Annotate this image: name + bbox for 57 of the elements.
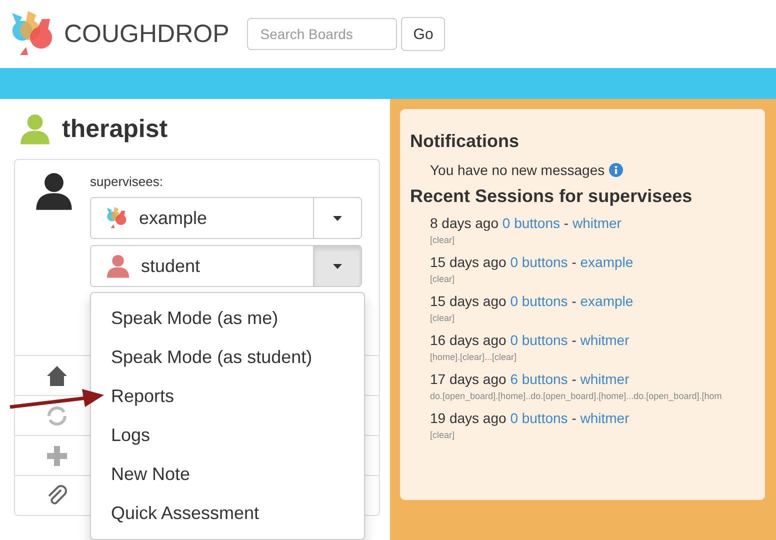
logo-icon — [105, 206, 129, 230]
user-link[interactable]: example — [580, 293, 634, 309]
go-button[interactable]: Go — [401, 17, 446, 51]
supervisees-label: supervisees: — [90, 174, 164, 189]
session-summary: do.[open_board].[home]..do.[open_board].[home]...do.[open_board].[hom — [430, 391, 723, 401]
menu-item[interactable]: Quick Assessment — [91, 494, 364, 533]
session-time: 19 days ago — [430, 410, 506, 426]
dropdown-toggle[interactable] — [313, 198, 361, 238]
caret-icon — [333, 216, 342, 220]
buttons-link[interactable]: 6 buttons — [510, 371, 568, 387]
session-summary: [clear] — [430, 235, 456, 245]
menu-item[interactable]: Speak Mode (as me) — [91, 299, 364, 338]
refresh-icon — [48, 406, 66, 426]
session-summary: [home].[clear]...[clear] — [430, 352, 518, 362]
separator: - — [572, 371, 576, 387]
plus-icon — [47, 446, 67, 466]
buttons-link[interactable]: 0 buttons — [510, 293, 568, 309]
user-link[interactable]: whitmer — [580, 371, 630, 387]
session-summary: [clear] — [430, 430, 456, 440]
session-summary: [clear] — [430, 313, 456, 323]
silhouette-icon — [33, 170, 75, 212]
sessions-heading: Recent Sessions for supervisees — [410, 186, 694, 207]
user-link[interactable]: whitmer — [572, 215, 622, 231]
separator: - — [572, 410, 576, 426]
buttons-link[interactable]: 0 buttons — [502, 215, 560, 231]
separator: - — [572, 254, 576, 270]
menu-item[interactable]: New Note — [91, 455, 364, 494]
user-avatar-icon — [18, 112, 52, 146]
info-icon[interactable] — [608, 163, 623, 177]
username: therapist — [62, 114, 168, 144]
paperclip-icon — [48, 484, 67, 504]
session-time: 15 days ago — [430, 293, 506, 309]
user-link[interactable]: whitmer — [580, 332, 630, 348]
menu-item[interactable]: Reports — [91, 377, 364, 416]
dropdown-toggle[interactable] — [313, 246, 361, 286]
buttons-link[interactable]: 0 buttons — [510, 410, 568, 426]
session-summary: [clear] — [430, 274, 456, 284]
buttons-link[interactable]: 0 buttons — [510, 332, 568, 348]
separator: - — [564, 215, 569, 231]
home-icon — [47, 366, 67, 386]
menu-item[interactable]: Speak Mode (as student) — [91, 338, 364, 377]
user-link[interactable]: whitmer — [580, 410, 630, 426]
session-time: 17 days ago — [430, 371, 506, 387]
separator: - — [572, 293, 576, 309]
buttons-link[interactable]: 0 buttons — [510, 254, 568, 270]
separator: - — [572, 332, 576, 348]
menu-item[interactable]: Logs — [91, 416, 364, 455]
brand-name: COUGHDROP — [64, 20, 230, 48]
caret-icon — [333, 264, 342, 268]
notification-message: You have no new messages — [430, 162, 605, 178]
session-time: 16 days ago — [430, 332, 506, 348]
session-time: 8 days ago — [430, 215, 498, 231]
person-icon — [105, 253, 131, 279]
user-link[interactable]: example — [580, 254, 634, 270]
notifications-heading: Notifications — [410, 131, 520, 152]
search-field[interactable]: Search Boards — [247, 18, 398, 50]
session-time: 15 days ago — [430, 254, 506, 270]
